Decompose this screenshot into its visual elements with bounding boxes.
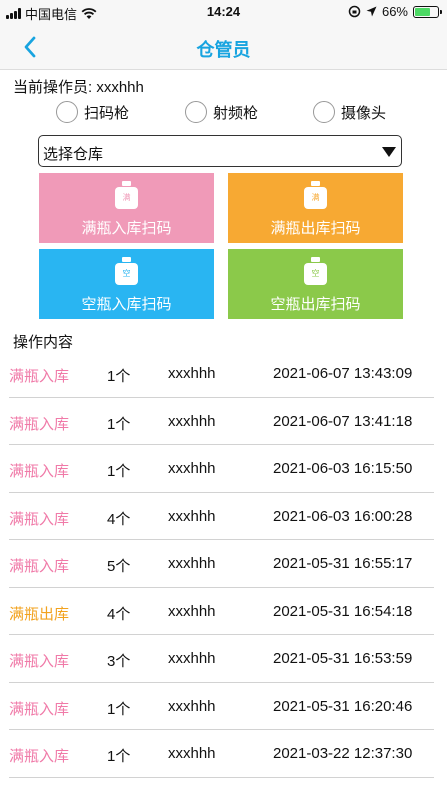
record-quantity: 4个 <box>107 605 131 623</box>
record-time: 2021-06-03 16:00:28 <box>273 507 413 525</box>
radio-label: 扫码枪 <box>84 104 130 122</box>
list-item[interactable]: 满瓶入库 3个 xxxhhh 2021-05-31 16:53:59 <box>9 635 434 683</box>
record-time: 2021-06-03 16:15:50 <box>273 460 413 477</box>
record-type: 满瓶入库 <box>9 748 70 765</box>
record-time: 2021-05-31 16:20:46 <box>273 697 413 715</box>
location-arrow-icon <box>366 6 377 17</box>
record-user: xxxhhh <box>168 745 216 762</box>
list-item[interactable]: 满瓶入库 1个 xxxhhh 2021-05-31 16:20:46 <box>9 683 434 730</box>
empty-bottle-in-scan-button[interactable]: 空 空瓶入库扫码 <box>39 249 214 319</box>
list-item[interactable]: 满瓶入库 1个 xxxhhh 2021-06-07 13:43:09 <box>9 350 434 398</box>
status-bar: 中国电信 14:24 66% <box>0 0 447 24</box>
radio-circle-icon <box>185 101 207 123</box>
nav-bar: 仓管员 <box>0 24 447 70</box>
record-quantity: 1个 <box>107 415 131 433</box>
record-type: 满瓶出库 <box>9 605 70 623</box>
record-user: xxxhhh <box>168 602 216 620</box>
record-time: 2021-05-31 16:55:17 <box>273 555 413 572</box>
current-operator-label: 当前操作员: xxxhhh <box>13 79 144 96</box>
full-bottle-out-scan-button[interactable]: 满 满瓶出库扫码 <box>228 173 403 243</box>
list-item[interactable]: 满瓶入库 5个 xxxhhh 2021-05-31 16:55:17 <box>9 540 434 588</box>
list-item[interactable]: 满瓶入库 1个 xxxhhh 2021-03-22 12:37:30 <box>9 730 434 778</box>
record-user: xxxhhh <box>168 460 216 477</box>
bottle-icon: 满 <box>304 181 327 209</box>
radio-camera[interactable]: 摄像头 <box>313 101 386 123</box>
record-type: 满瓶入库 <box>9 653 70 670</box>
record-quantity: 1个 <box>107 368 131 385</box>
records-title: 操作内容 <box>13 334 74 351</box>
record-quantity: 1个 <box>107 463 131 480</box>
list-item[interactable]: 满瓶出库 4个 xxxhhh 2021-05-31 16:54:18 <box>9 588 434 635</box>
record-user: xxxhhh <box>168 650 216 667</box>
record-quantity: 5个 <box>107 558 131 575</box>
radio-scan-gun[interactable]: 扫码枪 <box>56 101 129 123</box>
record-user: xxxhhh <box>168 507 216 525</box>
scan-mode-group: 扫码枪 射频枪 摄像头 <box>0 101 447 127</box>
list-item[interactable]: 满瓶入库 1个 xxxhhh 2021-06-03 16:15:50 <box>9 445 434 493</box>
record-type: 满瓶入库 <box>9 558 70 575</box>
bottle-icon: 满 <box>115 181 138 209</box>
orientation-lock-icon <box>348 5 361 18</box>
record-time: 2021-05-31 16:53:59 <box>273 650 413 667</box>
status-right: 66% <box>348 4 442 19</box>
record-quantity: 3个 <box>107 653 131 670</box>
warehouse-select-label: 选择仓库 <box>43 146 104 163</box>
record-quantity: 1个 <box>107 700 131 718</box>
record-quantity: 1个 <box>107 748 131 765</box>
record-type: 满瓶入库 <box>9 510 70 528</box>
radio-rfid-gun[interactable]: 射频枪 <box>185 101 258 123</box>
caret-down-icon <box>382 147 396 157</box>
radio-label: 射频枪 <box>213 104 259 122</box>
record-user: xxxhhh <box>168 412 216 430</box>
empty-bottle-out-scan-button[interactable]: 空 空瓶出库扫码 <box>228 249 403 319</box>
tile-label: 满瓶出库扫码 <box>270 220 361 237</box>
records-list: 满瓶入库 1个 xxxhhh 2021-06-07 13:43:09 满瓶入库 1个 xxx… <box>0 350 447 778</box>
radio-label: 摄像头 <box>341 104 387 122</box>
bottle-icon: 空 <box>304 257 327 285</box>
tile-label: 满瓶入库扫码 <box>81 220 172 237</box>
battery-percent: 66% <box>381 4 408 19</box>
record-time: 2021-06-07 13:41:18 <box>273 412 413 430</box>
record-time: 2021-05-31 16:54:18 <box>273 602 413 620</box>
record-user: xxxhhh <box>168 697 216 715</box>
tile-label: 空瓶出库扫码 <box>270 296 361 313</box>
record-quantity: 4个 <box>107 510 131 528</box>
list-item[interactable]: 满瓶入库 1个 xxxhhh 2021-06-07 13:41:18 <box>9 398 434 445</box>
bottle-icon: 空 <box>115 257 138 285</box>
record-user: xxxhhh <box>168 365 216 382</box>
warehouse-select[interactable]: 选择仓库 <box>38 135 402 167</box>
record-type: 满瓶入库 <box>9 368 70 385</box>
record-time: 2021-06-07 13:43:09 <box>273 365 413 382</box>
tile-label: 空瓶入库扫码 <box>81 296 172 313</box>
record-user: xxxhhh <box>168 555 216 572</box>
list-item[interactable]: 满瓶入库 4个 xxxhhh 2021-06-03 16:00:28 <box>9 493 434 540</box>
record-type: 满瓶入库 <box>9 700 70 718</box>
full-bottle-in-scan-button[interactable]: 满 满瓶入库扫码 <box>39 173 214 243</box>
record-type: 满瓶入库 <box>9 415 70 433</box>
record-time: 2021-03-22 12:37:30 <box>273 745 413 762</box>
radio-circle-icon <box>313 101 335 123</box>
radio-circle-icon <box>56 101 78 123</box>
battery-icon <box>413 5 442 18</box>
page-title: 仓管员 <box>196 40 251 60</box>
record-type: 满瓶入库 <box>9 463 70 480</box>
